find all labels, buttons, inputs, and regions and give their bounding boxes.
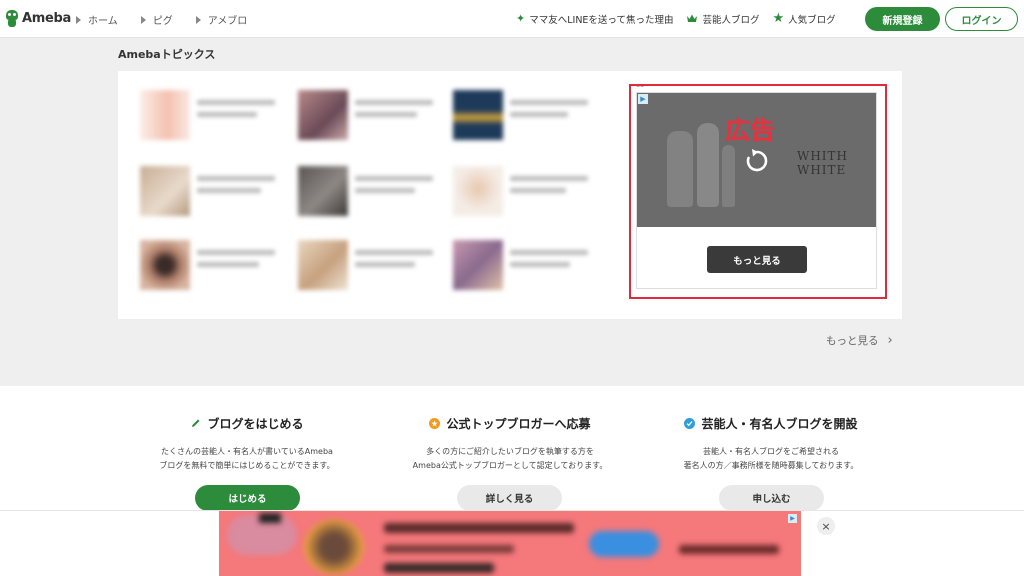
topic-item[interactable] bbox=[298, 166, 438, 218]
topic-item[interactable] bbox=[140, 240, 280, 292]
medal-icon bbox=[429, 418, 441, 429]
topics-heading: Amebaトピックス bbox=[118, 48, 216, 61]
chevron-right-icon: › bbox=[887, 333, 893, 348]
topic-thumbnail bbox=[453, 90, 503, 140]
banner-blurred-text bbox=[384, 545, 514, 553]
promo-desc-line: ブログを無料で簡単にはじめることができます。 bbox=[159, 461, 335, 470]
breadcrumb: ホーム ピグ アメブロ bbox=[76, 12, 270, 27]
more-link-label: もっと見る bbox=[826, 335, 879, 347]
ameba-mascot-icon bbox=[5, 8, 19, 28]
topic-thumbnail bbox=[140, 240, 190, 290]
promo-title-text: ブログをはじめる bbox=[207, 417, 304, 431]
top-blogger-details-button[interactable]: 詳しく見る bbox=[457, 485, 562, 511]
topic-item[interactable] bbox=[453, 240, 593, 292]
topic-text-blurred bbox=[355, 100, 433, 142]
topic-text-blurred bbox=[197, 250, 275, 292]
topic-thumbnail bbox=[140, 90, 190, 140]
logo-text: Ameba bbox=[22, 10, 72, 26]
topic-text-blurred bbox=[510, 100, 588, 142]
promo-title: 芸能人・有名人ブログを開設 bbox=[641, 415, 901, 432]
topic-text-blurred bbox=[510, 176, 588, 218]
nav-celebrity-blogs[interactable]: 芸能人ブログ bbox=[686, 12, 759, 26]
breadcrumb-label: ホーム bbox=[88, 16, 118, 27]
topics-more-link[interactable]: もっと見る › bbox=[826, 333, 893, 348]
star-icon: ★ bbox=[772, 11, 785, 26]
topic-thumbnail bbox=[140, 166, 190, 216]
ameba-logo[interactable]: Ameba bbox=[5, 8, 71, 28]
triangle-right-icon bbox=[140, 15, 146, 24]
breadcrumb-home[interactable]: ホーム bbox=[76, 12, 118, 27]
banner-blurred-text bbox=[384, 563, 494, 573]
verified-badge-icon bbox=[684, 418, 696, 429]
promo-description: たくさんの芸能人・有名人が書いているAmeba ブログを無料で簡単にはじめること… bbox=[117, 445, 377, 473]
promo-title: 公式トップブロガーへ応募 bbox=[380, 415, 640, 432]
breadcrumb-pigg[interactable]: ピグ bbox=[140, 12, 173, 27]
nav-label: 人気ブログ bbox=[788, 15, 836, 26]
bottom-banner-ad[interactable]: ▶ bbox=[219, 511, 801, 576]
banner-blurred-button bbox=[589, 531, 659, 557]
topic-item[interactable] bbox=[298, 90, 438, 142]
close-banner-button[interactable]: × bbox=[817, 517, 835, 535]
crown-icon bbox=[686, 13, 698, 25]
promo-top-blogger: 公式トップブロガーへ応募 多くの方にご紹介したいブログを執筆する方を Ameba… bbox=[380, 415, 640, 473]
breadcrumb-label: アメブロ bbox=[207, 16, 248, 27]
nav-label: 芸能人ブログ bbox=[702, 15, 760, 26]
topic-thumbnail bbox=[298, 166, 348, 216]
nav-label: ママ友へLINEを送って焦った理由 bbox=[529, 15, 674, 26]
topic-thumbnail bbox=[298, 240, 348, 290]
promo-title: ブログをはじめる bbox=[117, 415, 377, 432]
pencil-icon bbox=[190, 418, 201, 429]
triangle-right-icon bbox=[195, 15, 201, 24]
promo-desc-line: たくさんの芸能人・有名人が書いているAmeba bbox=[161, 447, 333, 456]
start-blog-button[interactable]: はじめる bbox=[195, 485, 300, 511]
header-nav: ✦ ママ友へLINEを送って焦った理由 芸能人ブログ ★ 人気ブログ bbox=[516, 12, 849, 26]
breadcrumb-label: ピグ bbox=[152, 16, 173, 27]
topic-text-blurred bbox=[197, 100, 275, 142]
topic-item[interactable] bbox=[298, 240, 438, 292]
topic-thumbnail bbox=[453, 240, 503, 290]
topic-item[interactable] bbox=[140, 90, 280, 142]
nav-trending-topic[interactable]: ✦ ママ友へLINEを送って焦った理由 bbox=[516, 12, 673, 26]
topic-item[interactable] bbox=[140, 166, 280, 218]
breadcrumb-ameblo[interactable]: アメブロ bbox=[195, 12, 248, 27]
topic-text-blurred bbox=[355, 250, 433, 292]
celebrity-apply-button[interactable]: 申し込む bbox=[719, 485, 824, 511]
promo-title-text: 芸能人・有名人ブログを開設 bbox=[701, 417, 858, 431]
ad-choices-icon[interactable]: ▶ bbox=[788, 514, 797, 523]
promo-title-text: 公式トップブロガーへ応募 bbox=[446, 417, 591, 431]
banner-blurred-graphic bbox=[259, 513, 281, 523]
promo-description: 芸能人・有名人ブログをご希望される 著名人の方／事務所様を随時募集しております。 bbox=[641, 445, 901, 473]
promo-description: 多くの方にご紹介したいブログを執筆する方を Ameba公式トップブロガーとして認… bbox=[380, 445, 640, 473]
promo-desc-line: Ameba公式トップブロガーとして認定しております。 bbox=[412, 461, 608, 470]
topic-text-blurred bbox=[355, 176, 433, 218]
triangle-right-icon bbox=[76, 15, 81, 24]
ad-highlight-frame bbox=[629, 84, 887, 299]
banner-blurred-portrait bbox=[304, 519, 364, 575]
topic-item[interactable] bbox=[453, 166, 593, 218]
topic-thumbnail bbox=[298, 90, 348, 140]
promo-celebrity-blog: 芸能人・有名人ブログを開設 芸能人・有名人ブログをご希望される 著名人の方／事務… bbox=[641, 415, 901, 473]
nav-popular-blogs[interactable]: ★ 人気ブログ bbox=[772, 12, 835, 26]
banner-blurred-text bbox=[679, 545, 779, 554]
promo-desc-line: 著名人の方／事務所様を随時募集しております。 bbox=[683, 461, 859, 470]
signup-button[interactable]: 新規登録 bbox=[865, 7, 940, 31]
promo-desc-line: 多くの方にご紹介したいブログを執筆する方を bbox=[426, 447, 594, 456]
topic-text-blurred bbox=[197, 176, 275, 218]
promo-desc-line: 芸能人・有名人ブログをご希望される bbox=[703, 447, 839, 456]
topic-text-blurred bbox=[510, 250, 588, 292]
login-button[interactable]: ログイン bbox=[945, 7, 1018, 31]
banner-blurred-text bbox=[384, 523, 574, 533]
site-header: Ameba ホーム ピグ アメブロ ✦ ママ友へLINEを送って焦った理由 芸能… bbox=[0, 0, 1024, 38]
topic-thumbnail bbox=[453, 166, 503, 216]
sparkle-icon: ✦ bbox=[516, 12, 526, 25]
topic-item[interactable] bbox=[453, 90, 593, 142]
promo-start-blog: ブログをはじめる たくさんの芸能人・有名人が書いているAmeba ブログを無料で… bbox=[117, 415, 377, 473]
